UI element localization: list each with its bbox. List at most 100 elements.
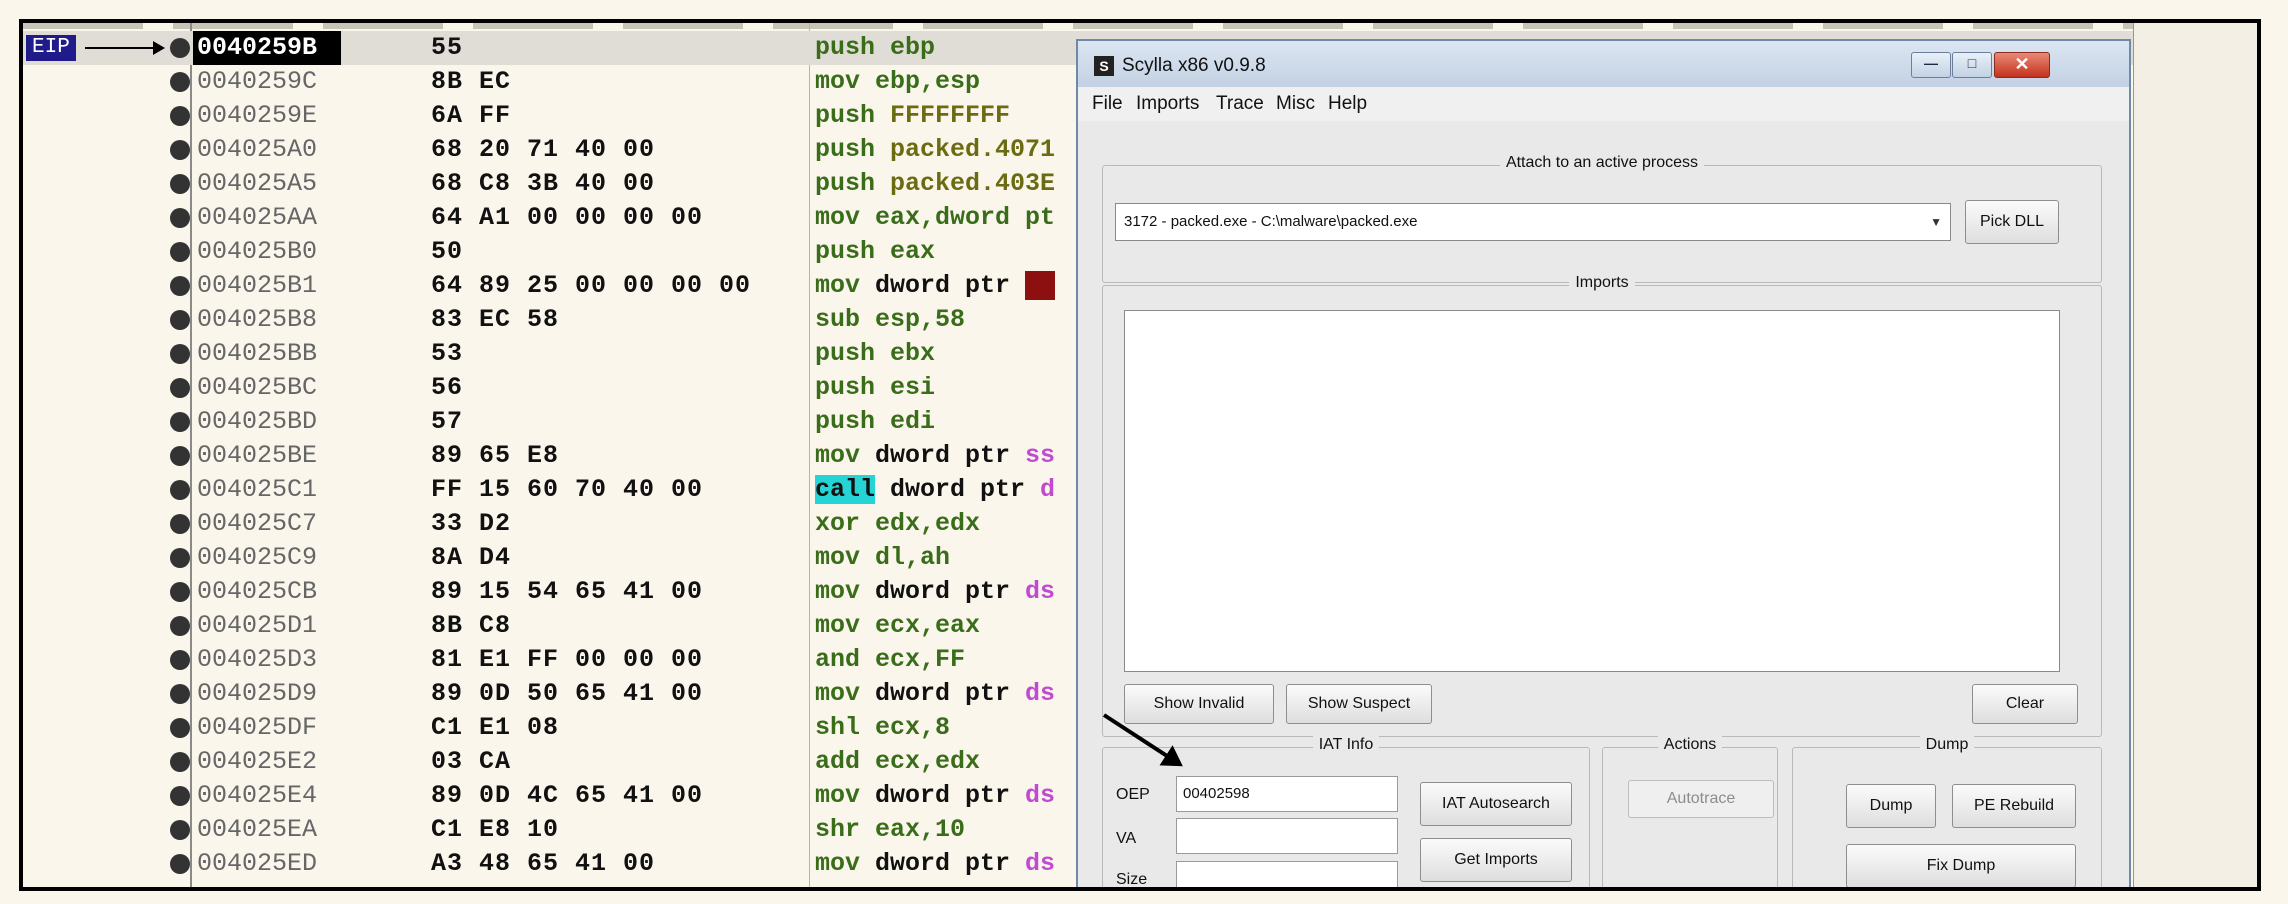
show-suspect-button[interactable]: Show Suspect [1286, 684, 1432, 724]
row-bytes: 6A FF [431, 101, 512, 130]
breakpoint-marker-icon[interactable] [170, 514, 190, 534]
instruction-part: dword ptr [875, 441, 1026, 470]
instruction-part: ebp,esp [875, 67, 981, 96]
breakpoint-marker-icon[interactable] [170, 752, 190, 772]
instruction-part: eax [890, 237, 936, 266]
minimize-button[interactable]: — [1911, 52, 1951, 78]
breakpoint-marker-icon[interactable] [170, 446, 190, 466]
minimize-icon: — [1924, 55, 1938, 71]
menu-trace[interactable]: Trace [1216, 93, 1264, 115]
clear-button[interactable]: Clear [1972, 684, 2078, 724]
get-imports-button[interactable]: Get Imports [1420, 838, 1572, 882]
row-address: 004025C7 [197, 509, 318, 538]
breakpoint-marker-icon[interactable] [170, 140, 190, 160]
instruction-part: mov [815, 67, 876, 96]
row-address: 004025D3 [197, 645, 318, 674]
instruction-part: xor [815, 509, 876, 538]
breakpoint-marker-icon[interactable] [170, 242, 190, 262]
breakpoint-marker-icon[interactable] [170, 786, 190, 806]
breakpoint-marker-icon[interactable] [170, 548, 190, 568]
title-bar[interactable]: S Scylla x86 v0.9.8 — □ ✕ [1078, 41, 2129, 87]
process-select[interactable]: 3172 - packed.exe - C:\malware\packed.ex… [1115, 203, 1951, 241]
instruction-part: mov [815, 679, 876, 708]
instruction-part: shl [815, 713, 876, 742]
instruction-part: push [815, 135, 891, 164]
menu-imports[interactable]: Imports [1136, 93, 1199, 115]
row-bytes: 50 [431, 237, 464, 266]
maximize-button[interactable]: □ [1952, 52, 1992, 78]
breakpoint-marker-icon[interactable] [170, 344, 190, 364]
instruction-part: call [815, 475, 876, 504]
breakpoint-marker-icon[interactable] [170, 684, 190, 704]
row-bytes: 64 89 25 00 00 00 00 [431, 271, 752, 300]
instruction-part: esi [890, 373, 936, 402]
va-label: VA [1116, 830, 1137, 847]
instruction-part: ds [1025, 679, 1056, 708]
instruction-part: edx,edx [875, 509, 981, 538]
row-instruction: push edi [815, 405, 935, 439]
instruction-part: add [815, 747, 876, 776]
breakpoint-marker-icon[interactable] [170, 174, 190, 194]
iat-autosearch-button[interactable]: IAT Autosearch [1420, 782, 1572, 826]
breakpoint-marker-icon[interactable] [170, 276, 190, 296]
menu-misc[interactable]: Misc [1276, 93, 1315, 115]
breakpoint-marker-icon[interactable] [170, 650, 190, 670]
dump-label: Dump [1919, 736, 1975, 753]
breakpoint-marker-icon[interactable] [170, 820, 190, 840]
row-bytes: C1 E8 10 [431, 815, 560, 844]
row-bytes: 81 E1 FF 00 00 00 [431, 645, 704, 674]
instruction-part: mov [815, 781, 876, 810]
row-instruction: mov eax,dword pt [815, 201, 1055, 235]
row-address: 004025BC [197, 373, 318, 402]
row-bytes: 8A D4 [431, 543, 512, 572]
row-address: 004025A0 [197, 135, 318, 164]
breakpoint-marker-icon[interactable] [170, 208, 190, 228]
va-field[interactable] [1176, 818, 1398, 854]
instruction-part: mov [815, 577, 876, 606]
imports-tree[interactable] [1124, 310, 2060, 672]
instruction-part: d [1040, 475, 1056, 504]
row-address: 004025D1 [197, 611, 318, 640]
actions-label: Actions [1657, 736, 1723, 753]
row-bytes: 8B C8 [431, 611, 512, 640]
breakpoint-marker-icon[interactable] [170, 616, 190, 636]
breakpoint-marker-icon[interactable] [170, 718, 190, 738]
row-address: 004025DF [197, 713, 318, 742]
breakpoint-marker-icon[interactable] [170, 480, 190, 500]
instruction-part: dl,ah [875, 543, 951, 572]
instruction-part: push [815, 339, 891, 368]
close-button[interactable]: ✕ [1994, 52, 2050, 78]
breakpoint-marker-icon[interactable] [170, 412, 190, 432]
row-bytes: 55 [431, 33, 464, 62]
oep-field[interactable]: 00402598 [1176, 776, 1398, 812]
breakpoint-marker-icon[interactable] [170, 854, 190, 874]
breakpoint-marker-icon[interactable] [170, 72, 190, 92]
breakpoint-marker-icon[interactable] [170, 106, 190, 126]
row-instruction: push packed.4071 [815, 133, 1055, 167]
row-bytes: FF 15 60 70 40 00 [431, 475, 704, 504]
size-field[interactable] [1176, 861, 1398, 887]
autotrace-button[interactable]: Autotrace [1628, 780, 1774, 818]
row-address: 0040259E [197, 101, 318, 130]
row-address: 004025BD [197, 407, 318, 436]
row-bytes: 03 CA [431, 747, 512, 776]
row-instruction: push packed.403E [815, 167, 1055, 201]
pe-rebuild-button[interactable]: PE Rebuild [1952, 784, 2076, 828]
dump-button[interactable]: Dump [1846, 784, 1936, 828]
pick-dll-button[interactable]: Pick DLL [1965, 200, 2059, 244]
fix-dump-button[interactable]: Fix Dump [1846, 844, 2076, 887]
row-instruction: push esi [815, 371, 935, 405]
breakpoint-marker-icon[interactable] [170, 582, 190, 602]
instruction-part: push [815, 373, 891, 402]
menu-help[interactable]: Help [1328, 93, 1367, 115]
instruction-part: mov [815, 543, 876, 572]
menu-file[interactable]: File [1092, 93, 1123, 115]
instruction-part: ecx,FF [875, 645, 966, 674]
show-invalid-button[interactable]: Show Invalid [1124, 684, 1274, 724]
row-address: 004025AA [197, 203, 318, 232]
instruction-part: push [815, 169, 891, 198]
breakpoint-marker-icon[interactable] [170, 38, 190, 58]
instruction-part: ebp [890, 33, 936, 62]
breakpoint-marker-icon[interactable] [170, 378, 190, 398]
breakpoint-marker-icon[interactable] [170, 310, 190, 330]
